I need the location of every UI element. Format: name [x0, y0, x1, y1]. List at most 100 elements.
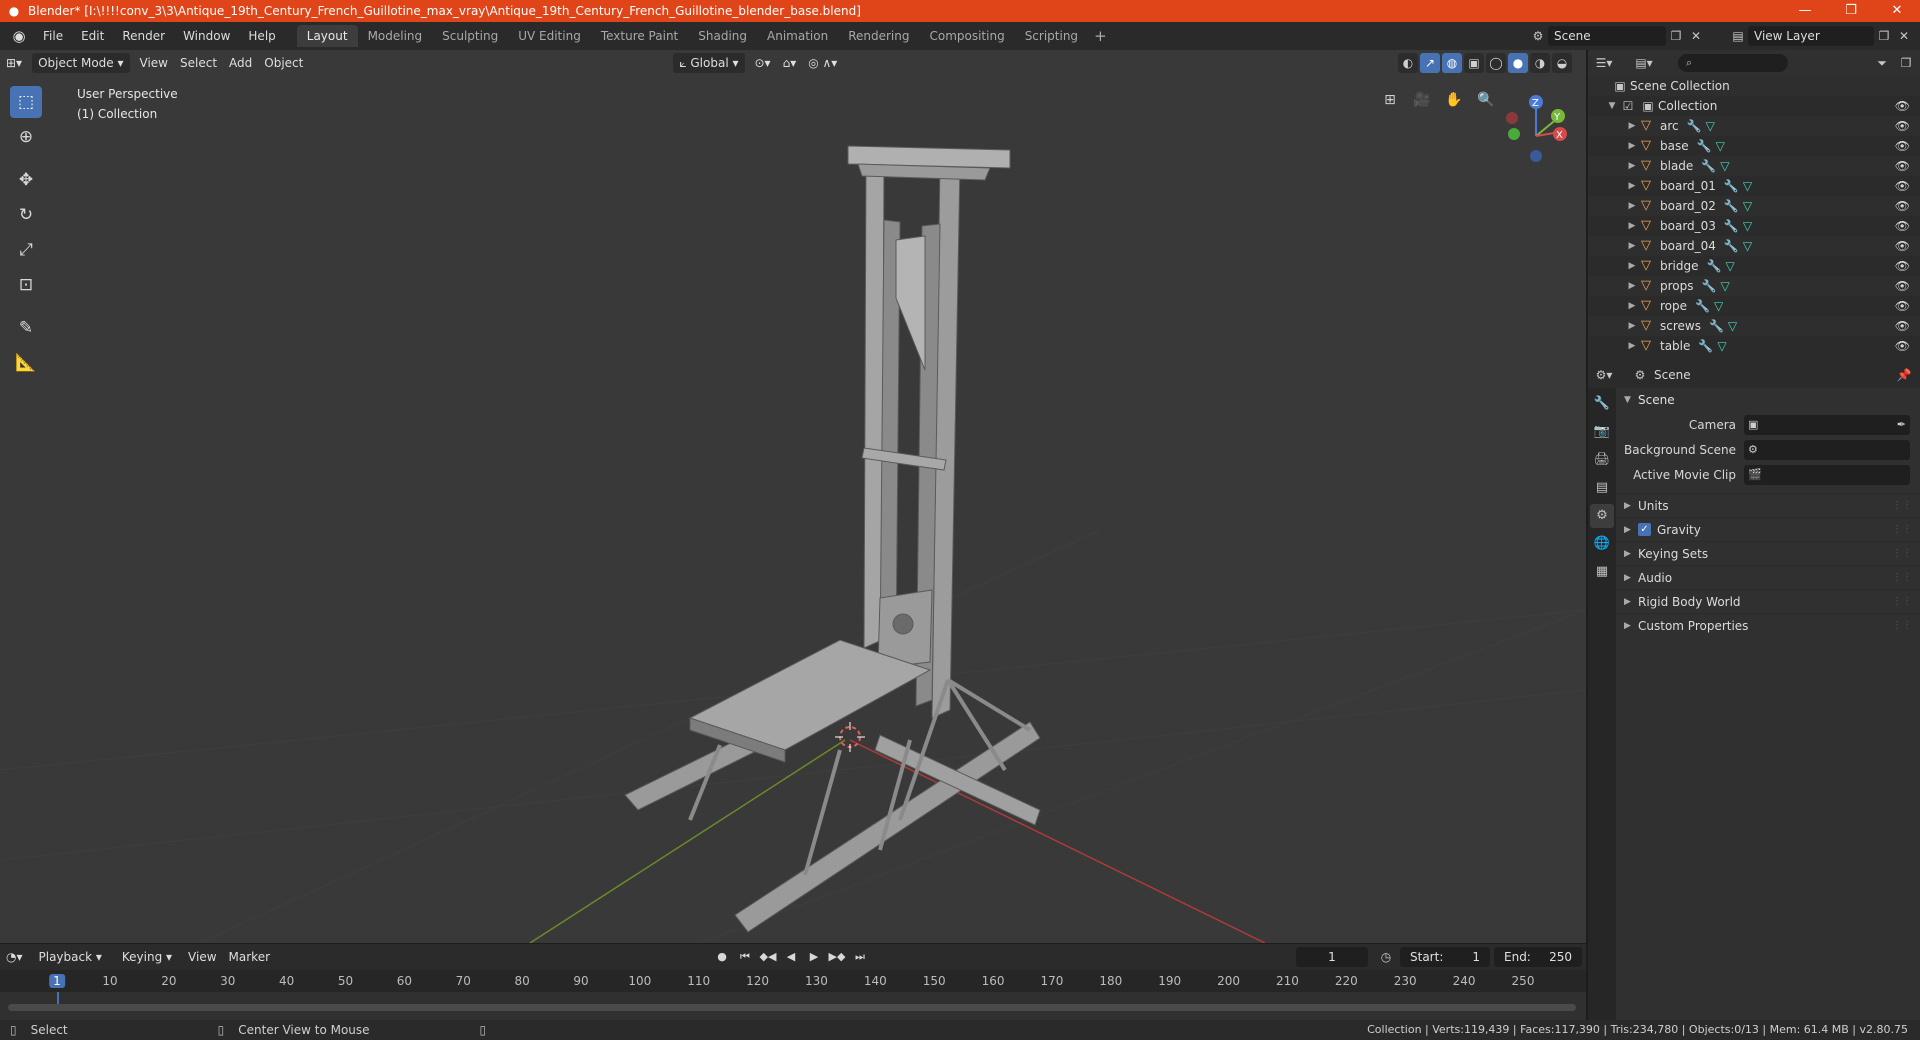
close-button[interactable]: ✕	[1874, 0, 1920, 22]
menu-edit[interactable]: Edit	[72, 22, 113, 50]
expand-triangle-icon[interactable]: ▶	[1626, 321, 1638, 331]
outliner-object-row[interactable]: ▶ ▽ table 🔧 ▽ 👁	[1588, 336, 1920, 356]
outliner-object-row[interactable]: ▶ ▽ blade 🔧 ▽ 👁	[1588, 156, 1920, 176]
checkbox-icon[interactable]: ☑	[1618, 96, 1638, 116]
end-frame-field[interactable]: End: 250	[1494, 947, 1582, 967]
snap-icon[interactable]: ⌂▾	[777, 53, 803, 73]
modifier-wrench-icon[interactable]: 🔧	[1724, 199, 1739, 213]
tab-layout[interactable]: Layout	[296, 25, 358, 47]
render-tab-icon[interactable]: 📷	[1590, 420, 1614, 444]
transform-orientation-dropdown[interactable]: ⟀ Global ▾	[673, 53, 745, 73]
prev-keyframe-icon[interactable]: ◆◀	[758, 947, 778, 967]
play-icon[interactable]: ▶	[804, 947, 824, 967]
mesh-data-icon[interactable]: ▽	[1728, 319, 1737, 333]
jump-start-icon[interactable]: ⏮	[735, 947, 755, 967]
custom-properties-panel[interactable]: ▶ Custom Properties ⋮⋮	[1616, 613, 1920, 637]
gravity-checkbox[interactable]: ✓	[1638, 523, 1651, 536]
wireframe-shading-icon[interactable]: ◯	[1486, 53, 1506, 73]
outliner-scene-collection[interactable]: ▣ Scene Collection	[1588, 76, 1920, 96]
toggle-ortho-icon[interactable]: ⊞	[1378, 88, 1402, 112]
modifier-wrench-icon[interactable]: 🔧	[1702, 279, 1717, 293]
outliner-editor-type-icon[interactable]: ☰▾	[1594, 53, 1614, 73]
background-scene-field[interactable]: ⚙	[1744, 439, 1910, 460]
tab-animation[interactable]: Animation	[757, 25, 838, 47]
rendered-shading-icon[interactable]: ◒	[1552, 53, 1572, 73]
tab-scripting[interactable]: Scripting	[1015, 25, 1088, 47]
expand-triangle-icon[interactable]: ▶	[1626, 341, 1638, 351]
drag-grip-icon[interactable]: ⋮⋮	[1892, 572, 1912, 583]
mesh-data-icon[interactable]: ▽	[1743, 219, 1752, 233]
object-mode-dropdown[interactable]: Object Mode ▾	[32, 53, 130, 73]
camera-field[interactable]: ▣ ✒	[1744, 414, 1910, 435]
scene-panel-header[interactable]: ▼ Scene	[1616, 388, 1920, 412]
mesh-data-icon[interactable]: ▽	[1706, 119, 1715, 133]
output-tab-icon[interactable]: 🖨	[1590, 448, 1614, 472]
texture-tab-icon[interactable]: ▦	[1590, 560, 1614, 584]
expand-triangle-icon[interactable]: ▶	[1626, 301, 1638, 311]
select-box-tool-icon[interactable]: ⬚	[10, 86, 42, 118]
tool-tab-icon[interactable]: 🔧	[1590, 392, 1614, 416]
maximize-button[interactable]: ❐	[1828, 0, 1874, 22]
scene-tab-icon[interactable]: ⚙	[1590, 504, 1614, 528]
view-layer-selector[interactable]: ▤ View Layer ❐ ✕	[1728, 25, 1914, 47]
eye-icon[interactable]: 👁	[1895, 279, 1910, 293]
viewport-menu-view[interactable]: View	[134, 53, 174, 73]
outliner-object-row[interactable]: ▶ ▽ board_01 🔧 ▽ 👁	[1588, 176, 1920, 196]
rotate-tool-icon[interactable]: ↻	[10, 199, 42, 231]
units-panel[interactable]: ▶ Units ⋮⋮	[1616, 493, 1920, 517]
3d-viewport[interactable]: Z Y X ⊞▾ Object Mode ▾ View Select Add O…	[0, 50, 1586, 943]
eye-icon[interactable]: 👁	[1895, 139, 1910, 153]
view-layer-name-field[interactable]: View Layer	[1748, 26, 1874, 46]
timeline-scrollbar[interactable]	[8, 1004, 1576, 1011]
tab-texture-paint[interactable]: Texture Paint	[591, 25, 688, 47]
modifier-wrench-icon[interactable]: 🔧	[1698, 339, 1713, 353]
mesh-data-icon[interactable]: ▽	[1720, 159, 1729, 173]
jump-end-icon[interactable]: ⏭	[850, 947, 870, 967]
menu-file[interactable]: File	[34, 22, 72, 50]
minimize-button[interactable]: —	[1782, 0, 1828, 22]
annotate-tool-icon[interactable]: ✎	[10, 312, 42, 344]
menu-help[interactable]: Help	[239, 22, 284, 50]
drag-grip-icon[interactable]: ⋮⋮	[1892, 500, 1912, 511]
outliner-object-row[interactable]: ▶ ▽ base 🔧 ▽ 👁	[1588, 136, 1920, 156]
eye-icon[interactable]: 👁	[1895, 119, 1910, 133]
3d-cursor-icon[interactable]	[835, 722, 865, 752]
modifier-wrench-icon[interactable]: 🔧	[1724, 219, 1739, 233]
scale-tool-icon[interactable]: ⤢	[10, 234, 42, 266]
overlay-toggle-icon[interactable]: ◍	[1442, 53, 1462, 73]
collapse-triangle-icon[interactable]: ▼	[1606, 101, 1618, 111]
outliner[interactable]: ☰▾ ▤▾ ⌕ ⏷ ❐ ▣ Scene Collection ▼ ☑ ▣ Col…	[1588, 50, 1920, 362]
gizmo-toggle-icon[interactable]: ↗	[1420, 53, 1440, 73]
timeline-menu-playback[interactable]: Playback ▾	[32, 947, 108, 967]
mesh-data-icon[interactable]: ▽	[1743, 239, 1752, 253]
drag-grip-icon[interactable]: ⋮⋮	[1892, 548, 1912, 559]
world-tab-icon[interactable]: 🌐	[1590, 532, 1614, 556]
expand-triangle-icon[interactable]: ▶	[1626, 181, 1638, 191]
scene-selector[interactable]: ⚙ Scene ❐ ✕	[1528, 25, 1706, 47]
expand-triangle-icon[interactable]: ▶	[1626, 221, 1638, 231]
proportional-edit-icon[interactable]: ◎ ∧▾	[802, 53, 843, 73]
timeline-menu-marker[interactable]: Marker	[223, 947, 276, 967]
outliner-search-input[interactable]: ⌕	[1678, 54, 1788, 72]
viewport-menu-select[interactable]: Select	[174, 53, 223, 73]
scene-name-field[interactable]: Scene	[1548, 26, 1666, 46]
modifier-wrench-icon[interactable]: 🔧	[1724, 239, 1739, 253]
eye-icon[interactable]: 👁	[1895, 159, 1910, 173]
keying-sets-panel[interactable]: ▶ Keying Sets ⋮⋮	[1616, 541, 1920, 565]
transform-tool-icon[interactable]: ⊡	[10, 269, 42, 301]
tab-uv-editing[interactable]: UV Editing	[508, 25, 591, 47]
eye-icon[interactable]: 👁	[1895, 99, 1910, 113]
gizmo-neg-z[interactable]	[1530, 150, 1542, 162]
visibility-icon[interactable]: ◐	[1398, 53, 1418, 73]
modifier-wrench-icon[interactable]: 🔧	[1697, 139, 1712, 153]
new-view-layer-icon[interactable]: ❐	[1874, 26, 1894, 46]
viewport-menu-object[interactable]: Object	[258, 53, 309, 73]
mesh-data-icon[interactable]: ▽	[1725, 259, 1734, 273]
clock-icon[interactable]: ◷	[1376, 947, 1396, 967]
expand-triangle-icon[interactable]: ▶	[1626, 281, 1638, 291]
expand-triangle-icon[interactable]: ▶	[1626, 121, 1638, 131]
tab-rendering[interactable]: Rendering	[838, 25, 919, 47]
mesh-data-icon[interactable]: ▽	[1714, 299, 1723, 313]
modifier-wrench-icon[interactable]: 🔧	[1724, 179, 1739, 193]
eye-icon[interactable]: 👁	[1895, 339, 1910, 353]
